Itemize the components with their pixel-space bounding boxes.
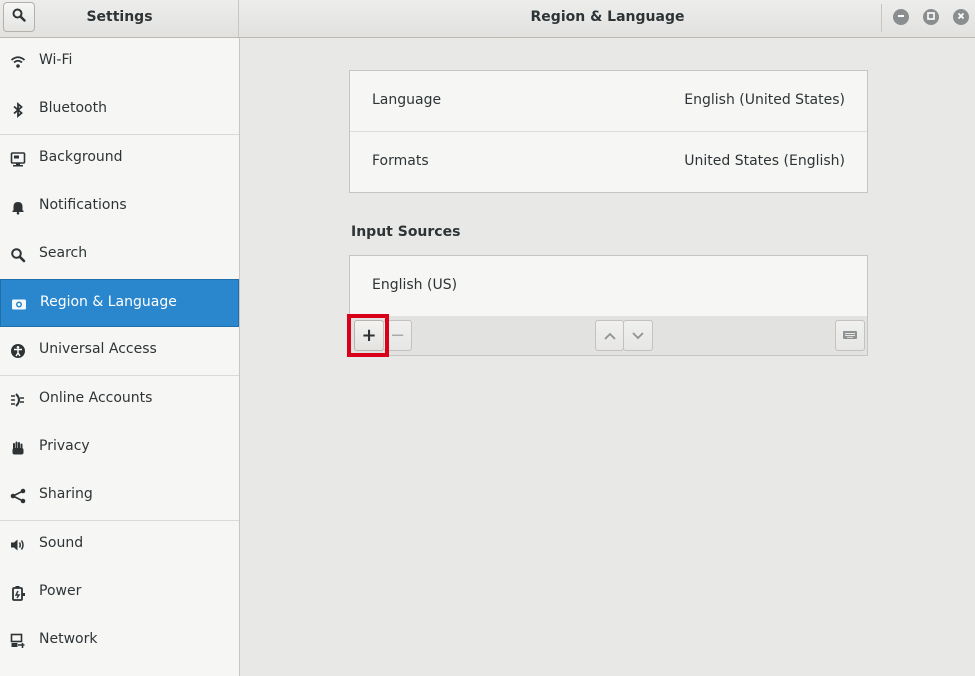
network-icon [10,633,26,649]
input-sources-title: Input Sources [351,224,461,240]
sidebar: Wi-Fi Bluetooth Background Notifications… [0,38,240,676]
share-icon [10,488,26,504]
hand-icon [10,440,26,456]
sidebar-item-network[interactable]: Network [0,617,239,665]
chevron-down-icon [631,325,645,346]
sidebar-item-wifi[interactable]: Wi-Fi [0,38,239,86]
background-icon [10,151,26,167]
page-title: Region & Language [530,9,685,25]
formats-row[interactable]: Formats United States (English) [350,132,867,193]
sidebar-item-power[interactable]: Power [0,569,239,617]
maximize-button[interactable] [923,9,939,25]
window-controls-separator [881,4,882,32]
language-value: English (United States) [684,92,845,108]
sidebar-item-background[interactable]: Background [0,135,239,183]
search-icon [10,247,26,263]
bluetooth-icon [10,102,26,118]
add-label: + [361,325,377,346]
sidebar-item-region-language[interactable]: Region & Language [0,279,239,327]
chevron-up-icon [603,325,617,346]
app-title: Settings [86,9,153,25]
keyboard-layout-button[interactable] [835,320,865,351]
sidebar-item-label: Online Accounts [39,390,153,406]
input-source-name: English (US) [372,277,458,293]
language-formats-panel: Language English (United States) Formats… [349,70,868,193]
sidebar-item-label: Universal Access [39,341,157,357]
sidebar-item-label: Bluetooth [39,100,107,116]
sidebar-item-label: Search [39,245,88,261]
formats-label: Formats [372,153,429,169]
maximize-icon [926,9,936,25]
minimize-icon [896,9,906,25]
sidebar-item-sound[interactable]: Sound [0,521,239,569]
sidebar-item-label: Region & Language [40,294,177,310]
input-sources-list: English (US) [349,255,868,317]
sidebar-item-label: Notifications [39,197,127,213]
online-accounts-icon [10,392,26,408]
close-icon [956,9,966,25]
sidebar-item-search[interactable]: Search [0,231,239,279]
sidebar-item-label: Power [39,583,82,599]
search-button[interactable] [3,2,35,32]
keyboard-icon [842,325,858,346]
add-input-source-button[interactable]: + [354,320,384,351]
input-sources-toolbar: + − [349,316,868,356]
move-down-button[interactable] [623,320,653,351]
camera-icon [11,296,27,312]
power-icon [10,585,26,601]
remove-input-source-button[interactable]: − [383,320,412,351]
sidebar-item-label: Privacy [39,438,90,454]
move-up-button[interactable] [595,320,624,351]
wifi-icon [10,54,26,70]
sidebar-item-label: Network [39,631,98,647]
sidebar-item-label: Sharing [39,486,93,502]
language-label: Language [372,92,442,108]
bell-icon [10,199,26,215]
sidebar-item-sharing[interactable]: Sharing [0,472,239,520]
accessibility-icon [10,343,26,359]
search-icon [12,8,26,26]
sidebar-item-notifications[interactable]: Notifications [0,183,239,231]
sidebar-header: Settings [0,0,239,37]
language-row[interactable]: Language English (United States) [350,71,867,132]
minimize-button[interactable] [893,9,909,25]
sidebar-item-privacy[interactable]: Privacy [0,424,239,472]
speaker-icon [10,537,26,553]
header-bar: Settings Region & Language [0,0,975,38]
sidebar-item-online-accounts[interactable]: Online Accounts [0,376,239,424]
sidebar-item-bluetooth[interactable]: Bluetooth [0,86,239,134]
close-button[interactable] [953,9,969,25]
remove-label: − [389,325,406,346]
sidebar-item-label: Sound [39,535,84,551]
sidebar-item-label: Background [39,149,123,165]
list-item[interactable]: English (US) [350,256,867,317]
sidebar-item-label: Wi-Fi [39,52,73,68]
formats-value: United States (English) [684,153,845,169]
sidebar-item-universal-access[interactable]: Universal Access [0,327,239,375]
